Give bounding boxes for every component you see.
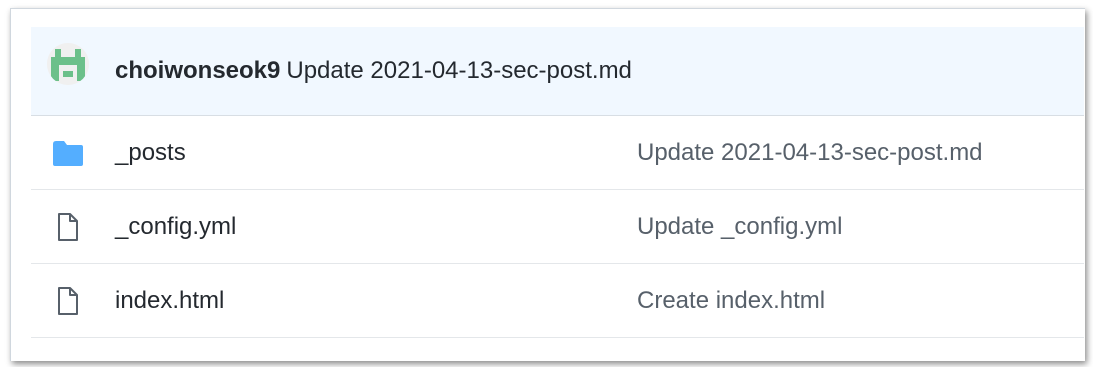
file-icon — [51, 212, 85, 242]
file-row-config[interactable]: _config.yml Update _config.yml — [31, 190, 1084, 264]
identicon-avatar-icon — [47, 43, 89, 85]
file-name-link[interactable]: _config.yml — [115, 190, 236, 263]
file-icon — [51, 286, 85, 316]
file-row-index[interactable]: index.html Create index.html — [31, 264, 1084, 338]
latest-commit-header: choiwonseok9 Update 2021-04-13-sec-post.m… — [31, 27, 1084, 116]
file-commit-message-link[interactable]: Create index.html — [637, 264, 825, 337]
avatar[interactable] — [47, 43, 89, 85]
commit-message-link[interactable]: Update 2021-04-13-sec-post.md — [286, 57, 632, 84]
file-row-posts[interactable]: _posts Update 2021-04-13-sec-post.md — [31, 116, 1084, 190]
file-name-link[interactable]: _posts — [115, 116, 186, 189]
latest-commit-text: choiwonseok9 Update 2021-04-13-sec-post.m… — [115, 27, 632, 115]
file-name-link[interactable]: index.html — [115, 264, 224, 337]
file-list: _posts Update 2021-04-13-sec-post.md _co… — [31, 116, 1084, 338]
file-browser-panel: choiwonseok9 Update 2021-04-13-sec-post.m… — [10, 8, 1085, 361]
commit-author-link[interactable]: choiwonseok9 — [115, 57, 280, 84]
file-commit-message-link[interactable]: Update _config.yml — [637, 190, 842, 263]
folder-icon — [51, 138, 85, 168]
file-commit-message-link[interactable]: Update 2021-04-13-sec-post.md — [637, 116, 983, 189]
